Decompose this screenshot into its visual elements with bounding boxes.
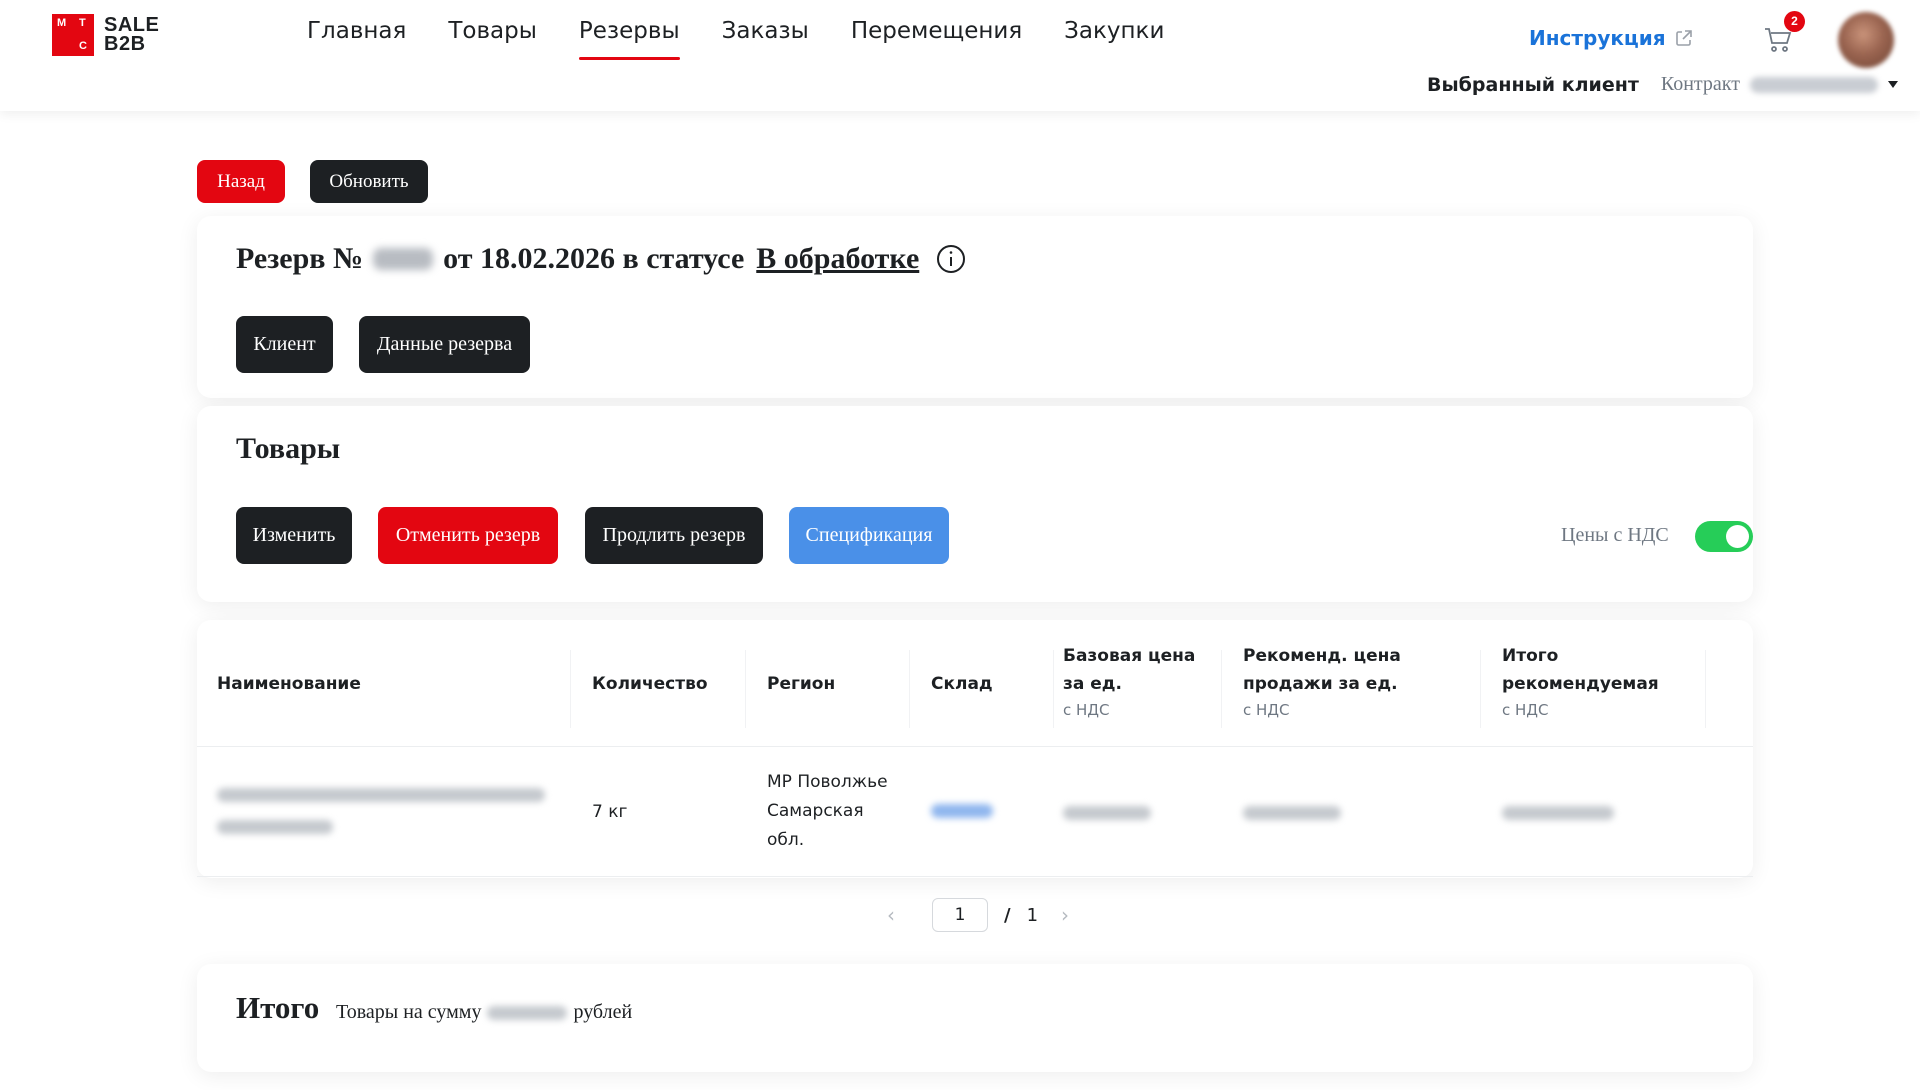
total-recommended-redacted: [1502, 806, 1614, 820]
col-header-quantity[interactable]: Количество: [592, 670, 752, 698]
col-separator: [1221, 650, 1222, 728]
col-separator: [745, 650, 746, 728]
col-separator: [1053, 650, 1054, 728]
total-summary: Товары на сумму рублей: [336, 1001, 633, 1023]
info-icon[interactable]: [935, 243, 967, 275]
contract-value-redacted: [1749, 76, 1878, 93]
col-header-recommended-price[interactable]: Рекоменд. цена продажи за ед. с НДС: [1243, 642, 1423, 722]
header-divider: [197, 746, 1753, 747]
nav-item-purchases[interactable]: Закупки: [1064, 18, 1164, 60]
cell-quantity: 7 кг: [592, 802, 628, 822]
total-pages: 1: [1026, 904, 1039, 926]
page-separator: /: [1004, 904, 1011, 926]
logo[interactable]: М Т С SALE B2B: [52, 14, 159, 56]
edit-button[interactable]: Изменить: [236, 507, 352, 564]
nav-item-transfers[interactable]: Перемещения: [851, 18, 1022, 60]
col-header-warehouse[interactable]: Склад: [931, 670, 1031, 698]
product-name-redacted: [217, 820, 333, 834]
caret-down-icon[interactable]: [1887, 81, 1898, 88]
back-button[interactable]: Назад: [197, 160, 285, 203]
nav-item-products[interactable]: Товары: [448, 18, 537, 60]
col-header-region[interactable]: Регион: [767, 670, 907, 698]
col-header-base-price[interactable]: Базовая цена за ед. с НДС: [1063, 642, 1213, 722]
page-input[interactable]: [932, 898, 988, 932]
client-selector[interactable]: Выбранный клиент Контракт: [1427, 73, 1898, 96]
nav-item-home[interactable]: Главная: [307, 18, 406, 60]
row-divider: [197, 876, 1753, 877]
vat-toggle-label: Цены с НДС: [1561, 524, 1669, 546]
main-nav: Главная Товары Резервы Заказы Перемещени…: [307, 18, 1164, 60]
top-header: М Т С SALE B2B Главная Товары Резервы За…: [0, 0, 1920, 111]
logo-text: SALE B2B: [104, 14, 160, 55]
col-separator: [570, 650, 571, 728]
vat-toggle-knob: [1726, 525, 1749, 548]
goods-table: Наименование Количество Регион Склад Баз…: [197, 620, 1753, 878]
chevron-right-icon[interactable]: ›: [1054, 903, 1076, 927]
cart-count-badge: 2: [1784, 11, 1805, 32]
cancel-reserve-button[interactable]: Отменить резерв: [378, 507, 558, 564]
goods-title: Товары: [236, 432, 341, 465]
vat-toggle[interactable]: [1695, 521, 1753, 552]
total-card: Итого Товары на сумму рублей: [197, 964, 1753, 1072]
chevron-left-icon[interactable]: ‹: [880, 903, 902, 927]
product-name-redacted: [217, 788, 545, 802]
selected-client-label: Выбранный клиент: [1427, 73, 1639, 96]
external-link-icon: [1675, 30, 1692, 46]
status-link[interactable]: В обработке: [756, 242, 919, 276]
avatar[interactable]: [1838, 12, 1894, 68]
col-separator: [1705, 650, 1706, 728]
goods-card: Товары Изменить Отменить резерв Продлить…: [197, 406, 1753, 602]
col-separator: [909, 650, 910, 728]
logo-mark: М Т С: [52, 14, 94, 56]
contract-label: Контракт: [1660, 73, 1740, 95]
refresh-button[interactable]: Обновить: [310, 160, 428, 203]
client-button[interactable]: Клиент: [236, 316, 333, 373]
col-header-total-recommended[interactable]: Итого рекомендуемая с НДС: [1502, 642, 1672, 722]
base-price-redacted: [1063, 806, 1151, 820]
specification-button[interactable]: Спецификация: [789, 507, 949, 564]
warehouse-link-redacted[interactable]: [931, 804, 993, 818]
reserve-title: Резерв № от 18.02.2026 в статусе В обраб…: [236, 242, 967, 276]
total-sum-redacted: [487, 1005, 568, 1020]
reserve-data-button[interactable]: Данные резерва: [359, 316, 530, 373]
cell-region: МР Поволжье Самарская обл.: [767, 772, 888, 850]
col-header-name[interactable]: Наименование: [217, 670, 547, 698]
instruction-label: Инструкция: [1529, 26, 1666, 50]
instruction-link[interactable]: Инструкция: [1529, 26, 1694, 50]
extend-reserve-button[interactable]: Продлить резерв: [585, 507, 763, 564]
nav-item-reserves[interactable]: Резервы: [578, 18, 680, 60]
pagination: ‹ / 1 ›: [880, 898, 1076, 932]
total-title: Итого: [236, 990, 320, 1025]
reserve-card: Резерв № от 18.02.2026 в статусе В обраб…: [197, 216, 1753, 398]
nav-item-orders[interactable]: Заказы: [722, 18, 809, 60]
recommended-price-redacted: [1243, 806, 1341, 820]
col-separator: [1480, 650, 1481, 728]
reserve-number-redacted: [373, 248, 434, 270]
